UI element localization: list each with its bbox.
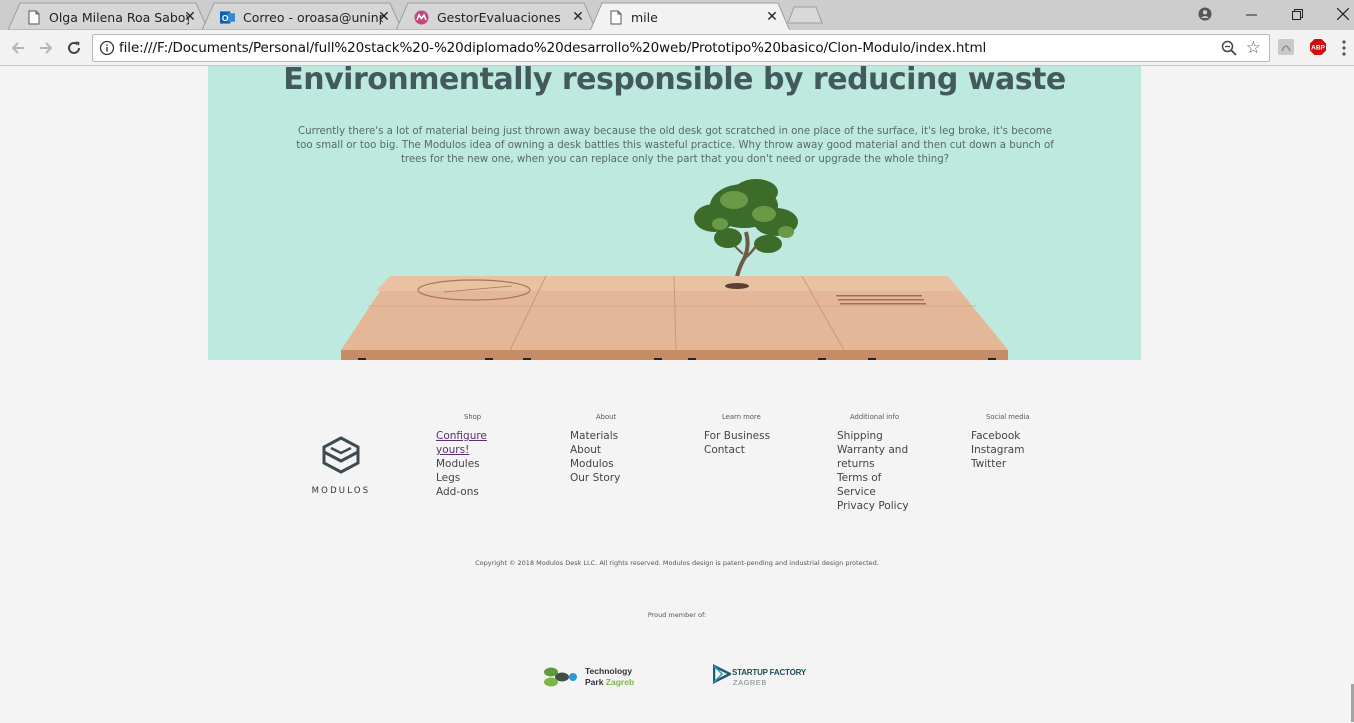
technology-park-logo-icon: [544, 667, 577, 687]
tab-strip: Olga Milena Roa Saboya ✕ O Correo - oroa…: [0, 0, 1354, 31]
modulos-logo-icon: [322, 436, 360, 474]
tab-mile[interactable]: mile ✕: [590, 2, 790, 31]
column-title: Additional info: [850, 413, 900, 421]
footer-link-privacy[interactable]: Privacy Policy: [837, 499, 915, 513]
close-tab-icon[interactable]: ✕: [764, 8, 780, 26]
footer-link-our-story[interactable]: Our Story: [570, 471, 630, 485]
back-arrow-icon[interactable]: [6, 36, 30, 60]
startup-factory-logo-icon: [712, 663, 733, 685]
tab-correo[interactable]: O Correo - oroasa@uninpal ✕: [202, 2, 402, 30]
page-viewport: Environmentally responsible by reducing …: [0, 66, 1354, 723]
footer-link-modules[interactable]: Modules: [436, 457, 496, 471]
footer-link-shipping[interactable]: Shipping: [837, 429, 915, 443]
tpz-line2b: Zagreb: [605, 677, 635, 687]
startup-factory-name: STARTUP FACTORY: [732, 668, 807, 677]
abp-label: ABP: [1311, 45, 1325, 52]
footer-link-business[interactable]: For Business: [704, 429, 794, 443]
forward-arrow-icon[interactable]: [34, 36, 58, 60]
browser-menu-icon[interactable]: [1341, 38, 1347, 58]
footer-link-configure[interactable]: Configure yours!: [436, 429, 496, 457]
svg-text:O: O: [222, 12, 229, 22]
footer-column-learn-more: Learn more For Business Contact: [704, 413, 794, 457]
member-label: Proud member of:: [647, 611, 707, 619]
footer-link-twitter[interactable]: Twitter: [971, 457, 1051, 471]
url-text[interactable]: file:///F:/Documents/Personal/full%20sta…: [119, 40, 986, 56]
copyright-text: Copyright © 2018 Modulos Desk LLC. All r…: [475, 559, 879, 567]
column-title: Learn more: [722, 413, 761, 421]
reload-icon[interactable]: [62, 36, 86, 60]
column-title: Shop: [464, 413, 482, 421]
footer-link-addons[interactable]: Add-ons: [436, 485, 496, 499]
browser-toolbar: file:///F:/Documents/Personal/full%20sta…: [0, 30, 1354, 66]
close-tab-icon[interactable]: ✕: [376, 8, 392, 26]
tpz-line2a: Park: [585, 677, 606, 687]
section-description: Currently there's a lot of material bein…: [296, 126, 1054, 165]
footer-column-about: About Materials About Modulos Our Story: [570, 413, 630, 485]
desk-with-tree-image: [341, 179, 1008, 360]
profile-icon[interactable]: [1182, 0, 1228, 28]
tab-gestor[interactable]: GestorEvaluaciones ✕: [396, 2, 596, 30]
restore-button[interactable]: [1274, 0, 1320, 28]
close-tab-icon[interactable]: ✕: [182, 8, 198, 26]
outlook-icon: O: [220, 10, 235, 25]
footer-column-social: Social media Facebook Instagram Twitter: [971, 413, 1051, 471]
new-tab-button[interactable]: [787, 6, 823, 28]
adblock-extension-icon[interactable]: ABP: [1309, 38, 1327, 56]
zoom-icon[interactable]: [1221, 40, 1237, 60]
footer-link-terms[interactable]: Terms of Service: [837, 471, 915, 499]
tab-title: mile: [631, 9, 658, 25]
column-title: About: [596, 413, 617, 421]
section-title: Environmentally responsible by reducing …: [283, 66, 1066, 97]
close-window-button[interactable]: [1320, 0, 1354, 28]
info-icon[interactable]: [99, 40, 115, 56]
footer-column-shop: Shop Configure yours! Modules Legs Add-o…: [436, 413, 496, 499]
document-icon: [26, 10, 41, 25]
footer-link-facebook[interactable]: Facebook: [971, 429, 1051, 443]
footer-link-instagram[interactable]: Instagram: [971, 443, 1051, 457]
footer-link-legs[interactable]: Legs: [436, 471, 496, 485]
tab-title: GestorEvaluaciones: [437, 9, 561, 25]
technology-park-zagreb-logo[interactable]: Technology Park Zagreb: [542, 664, 652, 692]
startup-factory-logo[interactable]: STARTUP FACTORY ZAGREB: [712, 663, 823, 692]
column-title: Social media: [986, 413, 1030, 421]
footer-link-materials[interactable]: Materials: [570, 429, 630, 443]
footer-link-about-modulos[interactable]: About Modulos: [570, 443, 630, 471]
minimize-button[interactable]: [1228, 0, 1274, 28]
pdf-extension-icon[interactable]: [1277, 38, 1295, 56]
tpz-line1: Technology: [585, 666, 633, 676]
document-icon: [608, 10, 623, 25]
sustainability-section: Environmentally responsible by reducing …: [208, 66, 1141, 360]
brand-name: MODULOS: [311, 486, 371, 496]
close-tab-icon[interactable]: ✕: [570, 8, 586, 26]
footer-link-contact[interactable]: Contact: [704, 443, 794, 457]
gestor-icon: [414, 10, 429, 25]
tab-olga[interactable]: Olga Milena Roa Saboya ✕: [8, 2, 208, 30]
address-bar[interactable]: file:///F:/Documents/Personal/full%20sta…: [92, 34, 1270, 62]
bookmark-star-icon[interactable]: ☆: [1246, 39, 1261, 57]
tab-title: Correo - oroasa@uninpal: [243, 9, 383, 25]
footer-link-warranty[interactable]: Warranty and returns: [837, 443, 915, 471]
footer-column-additional-info: Additional info Shipping Warranty and re…: [837, 413, 915, 513]
startup-factory-city: ZAGREB: [733, 678, 767, 687]
tab-title: Olga Milena Roa Saboya: [49, 9, 189, 25]
modulos-logo[interactable]: MODULOS: [306, 436, 376, 496]
